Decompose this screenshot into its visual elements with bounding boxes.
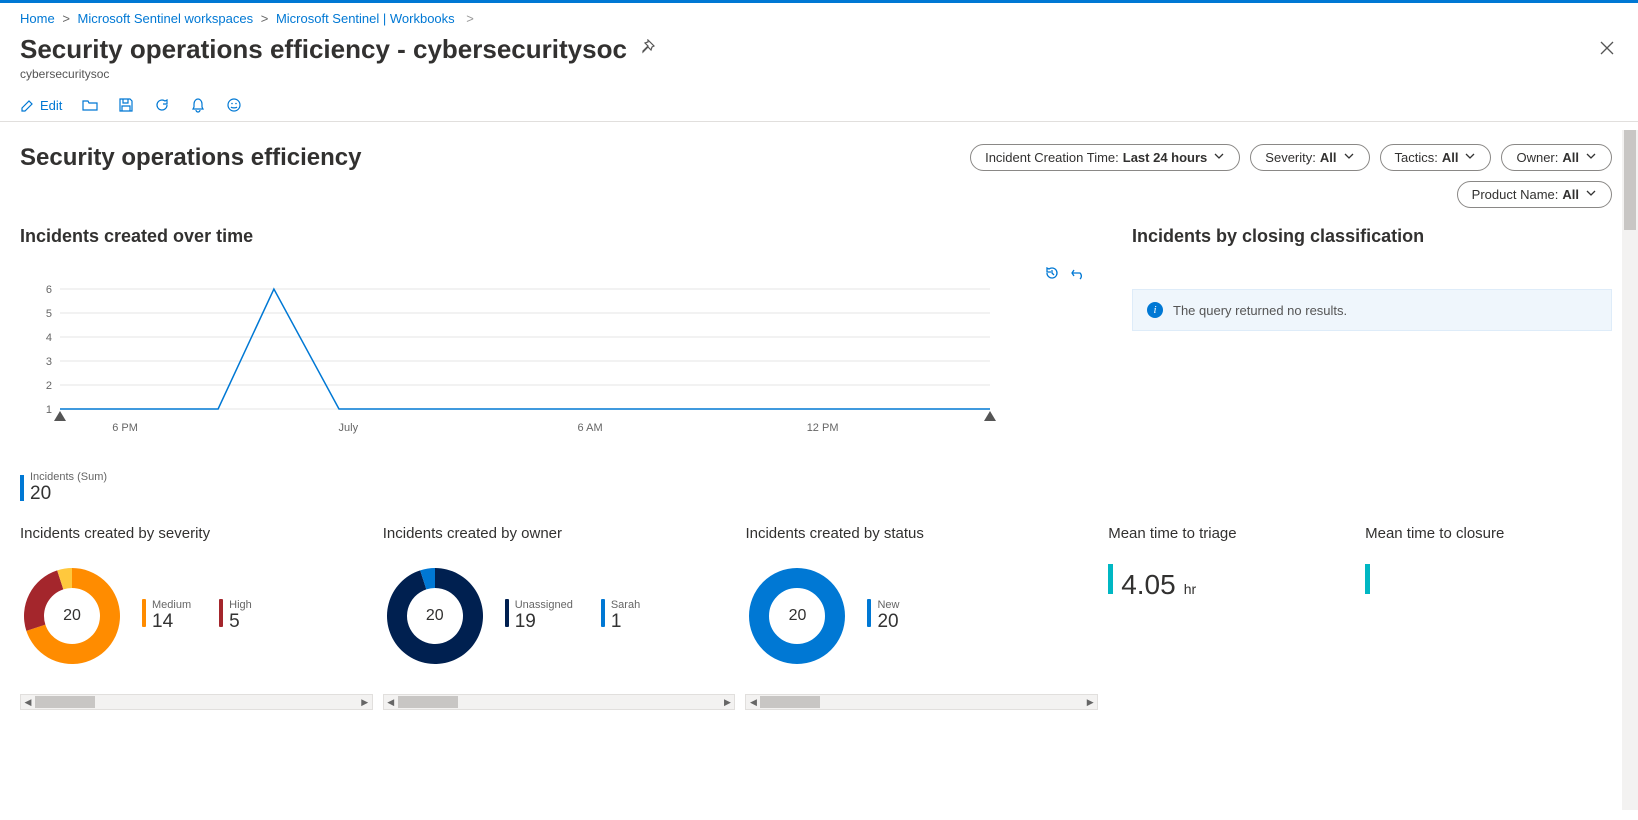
filter-bar: Incident Creation Time: Last 24 hours Sev… <box>912 144 1612 208</box>
card-title: Incidents created by status <box>745 525 1098 542</box>
stat-value: 4.05 <box>1121 569 1176 601</box>
card-title: Mean time to triage <box>1108 525 1355 542</box>
svg-text:6 AM: 6 AM <box>578 422 603 434</box>
vscrollbar[interactable] <box>1622 130 1638 810</box>
breadcrumb: Home > Microsoft Sentinel workspaces > M… <box>0 3 1638 30</box>
save-icon[interactable] <box>118 97 134 113</box>
info-icon: i <box>1147 302 1163 318</box>
svg-text:3: 3 <box>46 356 52 368</box>
close-icon[interactable] <box>1596 35 1618 64</box>
chevron-right-icon: > <box>466 11 474 26</box>
undo-icon[interactable] <box>1070 265 1086 284</box>
card-triage: Mean time to triage 4.05 hr <box>1108 525 1355 710</box>
info-banner: i The query returned no results. <box>1132 289 1612 331</box>
page-title: Security operations efficiency - cyberse… <box>20 34 655 65</box>
pin-icon[interactable] <box>639 39 655 60</box>
feedback-icon[interactable] <box>226 97 242 113</box>
notify-icon[interactable] <box>190 97 206 113</box>
stat-mark <box>1108 564 1113 594</box>
filter-pill[interactable]: Owner: All <box>1501 144 1612 171</box>
card-owner: Incidents created by owner 20 Unassigned… <box>383 525 736 710</box>
card-severity: Incidents created by severity 20 Medium1… <box>20 525 373 710</box>
filter-pill[interactable]: Incident Creation Time: Last 24 hours <box>970 144 1240 171</box>
legend-item: Sarah1 <box>601 599 640 633</box>
line-chart-legend: Incidents (Sum) 20 <box>20 471 1092 505</box>
line-chart[interactable]: 1 2 3 4 5 6 6 PM July 6 AM 12 PM <box>20 259 1092 469</box>
svg-text:6: 6 <box>46 284 52 296</box>
legend-item: Unassigned19 <box>505 599 573 633</box>
stat-unit: hr <box>1184 581 1196 597</box>
breadcrumb-workbooks[interactable]: Microsoft Sentinel | Workbooks <box>276 11 455 26</box>
card-title: Incidents created by severity <box>20 525 373 542</box>
svg-text:12 PM: 12 PM <box>807 422 839 434</box>
svg-text:July: July <box>339 422 359 434</box>
chart-title-classification: Incidents by closing classification <box>1132 226 1612 247</box>
history-icon[interactable] <box>1044 265 1060 284</box>
toolbar: Edit <box>0 89 1638 122</box>
hscrollbar[interactable]: ◀▶ <box>383 694 736 710</box>
svg-text:1: 1 <box>46 404 52 416</box>
chart-title-overtime: Incidents created over time <box>20 226 1092 247</box>
hscrollbar[interactable]: ◀▶ <box>20 694 373 710</box>
stat-mark <box>1365 564 1370 594</box>
card-closure: Mean time to closure <box>1365 525 1612 710</box>
svg-text:6 PM: 6 PM <box>112 422 138 434</box>
filter-pill[interactable]: Tactics: All <box>1380 144 1492 171</box>
svg-text:5: 5 <box>46 308 52 320</box>
filter-pill[interactable]: Severity: All <box>1250 144 1369 171</box>
legend-item: New20 <box>867 599 899 633</box>
section-title: Security operations efficiency <box>20 144 361 172</box>
breadcrumb-workspaces[interactable]: Microsoft Sentinel workspaces <box>78 11 254 26</box>
card-title: Mean time to closure <box>1365 525 1612 542</box>
svg-text:2: 2 <box>46 380 52 392</box>
svg-text:4: 4 <box>46 332 52 344</box>
hscrollbar[interactable]: ◀▶ <box>745 694 1098 710</box>
breadcrumb-home[interactable]: Home <box>20 11 55 26</box>
open-icon[interactable] <box>82 97 98 113</box>
card-status: Incidents created by status 20 New20 ◀▶ <box>745 525 1098 710</box>
refresh-icon[interactable] <box>154 97 170 113</box>
legend-item: Medium14 <box>142 599 191 633</box>
legend-item: High5 <box>219 599 252 633</box>
card-title: Incidents created by owner <box>383 525 736 542</box>
page-subtitle: cybersecuritysoc <box>0 67 1638 89</box>
edit-button[interactable]: Edit <box>20 97 62 113</box>
filter-pill[interactable]: Product Name: All <box>1457 181 1612 208</box>
